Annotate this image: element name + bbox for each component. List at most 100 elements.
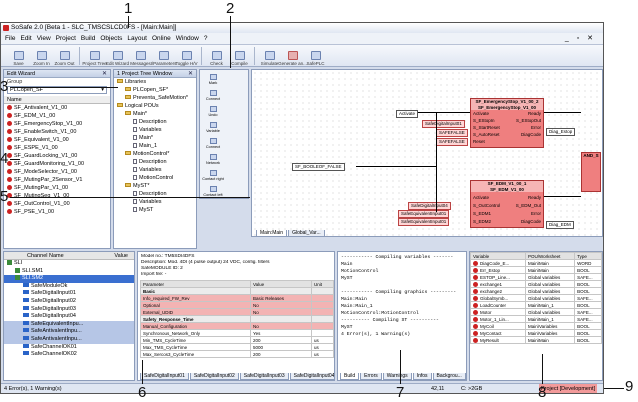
constant-box[interactable]: SF_BOOLEOF_FALSE bbox=[292, 163, 345, 171]
table-row[interactable]: MyCoil Main\Variables BOOL bbox=[470, 322, 602, 330]
tree-item[interactable]: Variables bbox=[114, 126, 196, 134]
table-cell[interactable] bbox=[250, 315, 312, 323]
module-tab[interactable]: SafeDigitalInput04 bbox=[289, 373, 334, 380]
menu-online[interactable]: Online bbox=[152, 35, 171, 42]
table-cell[interactable] bbox=[250, 287, 312, 295]
table-cell[interactable]: No bbox=[250, 322, 312, 330]
menu-view[interactable]: View bbox=[37, 35, 51, 42]
menu-project[interactable]: Project bbox=[56, 35, 76, 42]
variable-box[interactable]: SAFEFALSE bbox=[436, 138, 468, 146]
menu-build[interactable]: Build bbox=[81, 35, 95, 42]
table-cell[interactable]: 5000 bbox=[250, 343, 312, 351]
list-item[interactable]: SF_Equivalent_V1_00 bbox=[4, 136, 110, 144]
list-item[interactable]: SF_Antivalent_V1_00 bbox=[4, 104, 110, 112]
module-tab[interactable]: SafeDigitalInput03 bbox=[239, 373, 289, 380]
hw-tree-item[interactable]: SLI.SM2 bbox=[4, 275, 134, 283]
compile-button[interactable]: Compile bbox=[228, 51, 251, 66]
list-item[interactable]: SF_MutingPar_2Sensor_V1 bbox=[4, 176, 110, 184]
hw-tree-item[interactable]: SLI bbox=[4, 260, 134, 268]
tab-global-vars[interactable]: Global_Var... bbox=[288, 230, 325, 236]
tree-item[interactable]: Logical POUs bbox=[114, 102, 196, 110]
palette-tool[interactable]: Connect bbox=[201, 89, 225, 105]
output-tab[interactable]: Infos bbox=[412, 373, 432, 380]
zoom-in-button[interactable]: Zoom In bbox=[30, 51, 53, 66]
safeplc-button[interactable]: SafePLC bbox=[304, 51, 327, 66]
list-item[interactable]: SF_ModeSelector_V1_00 bbox=[4, 168, 110, 176]
generate-button[interactable]: Generate an... bbox=[278, 51, 307, 66]
table-cell[interactable]: 200 bbox=[250, 350, 312, 358]
list-item[interactable]: SF_EDM_V1_00 bbox=[4, 112, 110, 120]
list-item[interactable]: SF_PSE_V1_00 bbox=[4, 208, 110, 216]
tree-item[interactable]: Main_1 bbox=[114, 142, 196, 150]
palette-tool[interactable]: Undo bbox=[201, 105, 225, 121]
tree-item[interactable]: MotionControl* bbox=[114, 150, 196, 158]
menu-edit[interactable]: Edit bbox=[20, 35, 31, 42]
table-row[interactable]: Err_Estop Main\Main BOOL bbox=[470, 266, 602, 274]
table-row[interactable]: Motor Global variables SAFE... bbox=[470, 308, 602, 316]
menu-file[interactable]: File bbox=[5, 35, 15, 42]
hw-tree-item[interactable]: SafeDigitalInput01 bbox=[4, 290, 134, 298]
output-tab[interactable]: Build bbox=[340, 373, 360, 380]
close-icon[interactable]: ✕ bbox=[188, 70, 193, 78]
table-cell[interactable]: No bbox=[250, 301, 312, 309]
hw-tree-item[interactable]: SafeChannelOK01 bbox=[4, 343, 134, 352]
fb-emergency-stop[interactable]: SF_EmergencyStop_V1_00_2 SF_EmergencyStop… bbox=[470, 98, 544, 148]
table-row[interactable]: exchange2 Global variables BOOL bbox=[470, 287, 602, 295]
hw-tree-item[interactable]: SafeAntivalentInpu... bbox=[4, 335, 134, 344]
tree-item[interactable]: Libraries bbox=[114, 78, 196, 86]
tree-item[interactable]: Description bbox=[114, 158, 196, 166]
table-row[interactable]: exchange1 Global variables BOOL bbox=[470, 280, 602, 288]
table-row[interactable]: MyResult Main\Main BOOL bbox=[470, 336, 602, 344]
list-item[interactable]: SF_OutControl_V1_00 bbox=[4, 200, 110, 208]
hw-tree-item[interactable]: SafeEquivalentInpu... bbox=[4, 320, 134, 329]
table-row[interactable]: LoadCounter Main\Main_1 BOOL bbox=[470, 301, 602, 309]
hw-tree-item[interactable]: SafeDigitalInput03 bbox=[4, 305, 134, 314]
tree-item[interactable]: Variables bbox=[114, 198, 196, 206]
output-variable-box[interactable]: Diag_EDM bbox=[546, 221, 574, 229]
hw-tree-item[interactable]: SafeChannelOK02 bbox=[4, 351, 134, 359]
table-row[interactable]: DiagCode_E... Main\Main WORD bbox=[470, 259, 602, 267]
list-item[interactable]: SF_MutingSeq_V1_00 bbox=[4, 192, 110, 200]
tree-item[interactable]: Main* bbox=[114, 134, 196, 142]
zoom-out-button[interactable]: Zoom Out bbox=[53, 51, 76, 66]
palette-tool[interactable]: Contact right bbox=[201, 169, 225, 185]
messages-button[interactable]: Messages bbox=[129, 51, 152, 66]
list-item[interactable]: SF_GuardMonitoring_V1_00 bbox=[4, 160, 110, 168]
list-item[interactable]: SF_EnableSwitch_V1_00 bbox=[4, 128, 110, 136]
tree-item[interactable]: MotionControl bbox=[114, 174, 196, 182]
variable-box[interactable]: SafeEquivalentInput01 bbox=[398, 218, 450, 226]
variable-box[interactable]: SafeDigitalInput04 bbox=[408, 202, 451, 210]
variable-box[interactable]: Activate bbox=[396, 110, 419, 118]
check-button[interactable]: Check bbox=[205, 51, 228, 66]
hw-tree-item[interactable]: SafeDigitalInput04 bbox=[4, 313, 134, 321]
menu-window[interactable]: Window bbox=[176, 35, 199, 42]
table-cell[interactable]: Yes bbox=[250, 329, 312, 337]
palette-tool[interactable]: Variable bbox=[201, 121, 225, 137]
list-item[interactable]: SF_ESPE_V1_00 bbox=[4, 144, 110, 152]
hw-tree-item[interactable]: SLI.SM1 bbox=[4, 267, 134, 276]
window-controls[interactable]: _ ▫ ✕ bbox=[565, 33, 596, 45]
diagram-canvas[interactable]: SF_EmergencyStop_V1_00_2 SF_EmergencyStop… bbox=[251, 69, 603, 237]
hw-tree-item[interactable]: SafeModuleOk bbox=[4, 282, 134, 291]
save-button[interactable]: Save bbox=[7, 51, 30, 66]
variable-box[interactable]: SafeDigitalInput01 bbox=[422, 120, 465, 128]
fb-edm[interactable]: SF_EDM_V1_00_1 SF_EDM_V1_00 Activate S_Ou… bbox=[470, 180, 544, 228]
module-tab[interactable]: SafeDigitalInput02 bbox=[189, 373, 239, 380]
variable-box[interactable]: SAFEFALSE bbox=[436, 129, 468, 137]
palette-tool[interactable]: Network bbox=[201, 153, 225, 169]
table-row[interactable]: ESTOP_Line... Global variables SAFE... bbox=[470, 273, 602, 281]
palette-tool[interactable]: Mark bbox=[201, 73, 225, 89]
output-variable-box[interactable]: Diag_Estop bbox=[546, 128, 576, 136]
tree-item[interactable]: Preventa_SafeMotion* bbox=[114, 94, 196, 102]
menu-objects[interactable]: Objects bbox=[100, 35, 122, 42]
variable-box[interactable]: SafeEquivalentInput01 bbox=[398, 210, 450, 218]
table-row[interactable]: Motor_1_Lin... Main\Main_1 SAFE... bbox=[470, 315, 602, 323]
close-icon[interactable]: ✕ bbox=[102, 70, 107, 78]
list-item[interactable]: SF_MutingPar_V1_00 bbox=[4, 184, 110, 192]
tree-item[interactable]: Variables bbox=[114, 166, 196, 174]
output-tab[interactable]: Backgrou... bbox=[432, 373, 466, 380]
tab-main[interactable]: Main:Main bbox=[256, 230, 288, 236]
and-block[interactable]: AND_S bbox=[581, 152, 601, 192]
tree-item[interactable]: MyST bbox=[114, 206, 196, 214]
menu-help[interactable]: ? bbox=[204, 35, 208, 42]
